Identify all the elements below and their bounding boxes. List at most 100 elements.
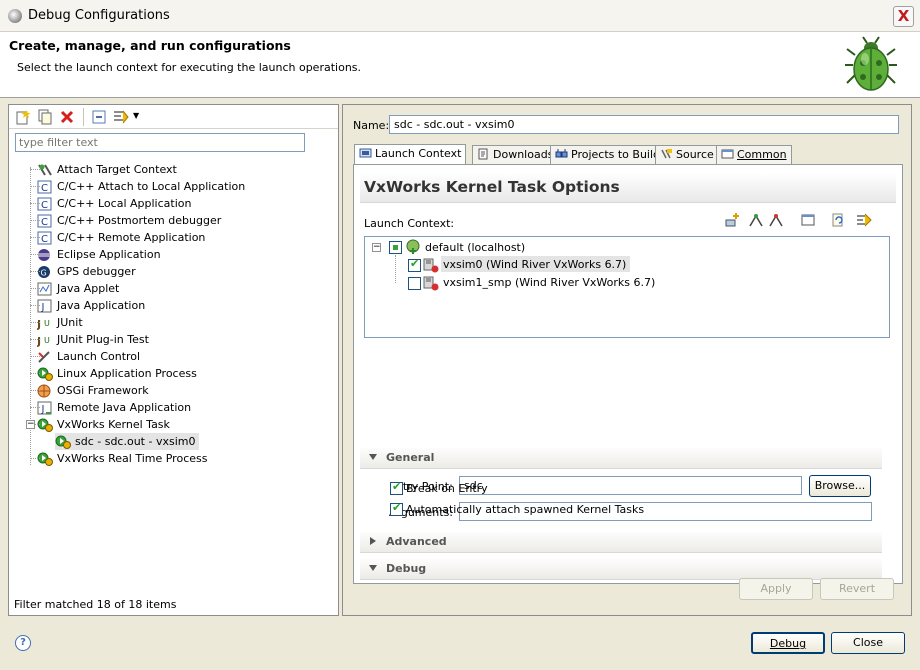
tree-line: [30, 390, 40, 391]
debug-section-header[interactable]: Debug: [360, 559, 882, 580]
filter-targets-icon[interactable]: [856, 212, 872, 228]
tab-common[interactable]: Common: [716, 145, 792, 164]
tree-config-type[interactable]: J U JUnit: [37, 314, 83, 331]
debug-button-label: Debug: [769, 637, 807, 650]
filter-input[interactable]: [15, 133, 305, 152]
tree-config-type[interactable]: Linux Application Process: [37, 365, 197, 382]
tab-projects-to-build[interactable]: Projects to Build: [550, 145, 666, 164]
tree-config-type[interactable]: VxWorks Kernel Task: [37, 416, 170, 433]
java-applet-icon: [37, 280, 57, 297]
tree-config-type[interactable]: J Java Application: [37, 297, 145, 314]
svg-text:J: J: [41, 302, 45, 313]
tree-line: [30, 339, 40, 340]
svg-text:J: J: [41, 404, 45, 415]
tree-config-type[interactable]: J U JUnit Plug-in Test: [37, 331, 149, 348]
launch-context-tree: − default (localhost) vxsim0 (Wind River…: [364, 236, 890, 338]
tree-config-item[interactable]: sdc - sdc.out - vxsim0: [55, 433, 200, 450]
vxsim1-smp-label[interactable]: vxsim1_smp (Wind River VxWorks 6.7): [443, 276, 655, 289]
tree-config-type[interactable]: C C/C++ Remote Application: [37, 229, 205, 246]
duplicate-config-icon[interactable]: [37, 109, 53, 125]
svg-text:C: C: [41, 200, 48, 211]
options-title: VxWorks Kernel Task Options: [360, 173, 896, 203]
svg-text:G: G: [41, 269, 47, 278]
tree-config-type[interactable]: G GPS debugger: [37, 263, 136, 280]
configuration-editor-pane: Name: sdc - sdc.out - vxsim0 Launch Cont…: [342, 104, 912, 616]
collapse-toggle[interactable]: −: [372, 243, 381, 252]
eclipse-icon: [37, 246, 57, 263]
tree-line: [30, 288, 40, 289]
vxsim0-checkbox[interactable]: [408, 257, 421, 272]
delete-config-icon[interactable]: [59, 109, 75, 125]
attach-target-icon: [37, 161, 57, 178]
help-icon[interactable]: ?: [15, 635, 31, 651]
close-window-button[interactable]: X: [893, 6, 914, 27]
connect-icon[interactable]: [748, 212, 764, 228]
tree-item-label: JUnit Plug-in Test: [57, 333, 149, 346]
target-icon: [423, 258, 439, 273]
general-section-header[interactable]: General: [360, 448, 882, 469]
collapse-all-icon[interactable]: [91, 109, 107, 125]
tab-downloads[interactable]: Downloads: [472, 145, 559, 164]
properties-icon[interactable]: [800, 212, 816, 228]
general-title: General: [386, 451, 435, 464]
tree-item-label: Launch Control: [57, 350, 141, 363]
add-connection-icon[interactable]: [724, 212, 740, 228]
tree-config-type[interactable]: OSGi Framework: [37, 382, 149, 399]
tab-label: Projects to Build: [571, 148, 661, 161]
tree-config-type[interactable]: C C/C++ Postmortem debugger: [37, 212, 221, 229]
filter-icon[interactable]: [113, 109, 129, 125]
tab-launch-context[interactable]: Launch Context: [354, 144, 467, 164]
tree-line: [30, 373, 40, 374]
svg-text:C: C: [41, 234, 48, 245]
config-name-input[interactable]: sdc - sdc.out - vxsim0: [389, 115, 899, 134]
remote-java-icon: J: [37, 399, 57, 416]
header-subtitle: Select the launch context for executing …: [17, 61, 362, 74]
default-host-checkbox[interactable]: [389, 241, 402, 254]
break-on-entry-label: Break on Entry: [406, 482, 488, 495]
tab-source[interactable]: Source: [655, 145, 719, 164]
auto-attach-label: Automatically attach spawned Kernel Task…: [406, 503, 645, 516]
tree-item-label: JUnit: [57, 316, 83, 329]
refresh-icon[interactable]: [830, 212, 846, 228]
bug-icon: [845, 36, 897, 91]
apply-button[interactable]: Apply: [739, 578, 813, 600]
close-button[interactable]: Close: [831, 632, 905, 654]
tree-config-type[interactable]: J Remote Java Application: [37, 399, 191, 416]
c-app-icon: C: [37, 229, 57, 246]
tree-line: [30, 237, 40, 238]
tree-item-label: Java Applet: [57, 282, 120, 295]
tree-config-type[interactable]: Attach Target Context: [37, 161, 177, 178]
vxsim0-label[interactable]: vxsim0 (Wind River VxWorks 6.7): [441, 256, 631, 272]
junit-icon: JU: [37, 314, 57, 331]
tree-config-type[interactable]: C C/C++ Attach to Local Application: [37, 178, 245, 195]
svg-text:C: C: [41, 217, 48, 228]
tree-config-type[interactable]: Eclipse Application: [37, 246, 161, 263]
c-app-icon: C: [37, 195, 57, 212]
entry-point-input[interactable]: sdc: [459, 476, 802, 495]
auto-attach-checkbox[interactable]: [390, 501, 403, 516]
new-config-icon[interactable]: [15, 109, 31, 125]
projects-icon: [555, 149, 568, 158]
disconnect-icon[interactable]: [768, 212, 784, 228]
break-on-entry-checkbox[interactable]: [390, 480, 403, 495]
debug-button[interactable]: Debug: [751, 632, 825, 654]
collapse-toggle[interactable]: −: [26, 420, 35, 429]
vxsim1-smp-checkbox[interactable]: [408, 277, 421, 290]
tree-config-type[interactable]: VxWorks Real Time Process: [37, 450, 207, 467]
tree-config-type[interactable]: Launch Control: [37, 348, 140, 365]
tree-line: [30, 254, 40, 255]
tree-item-label: OSGi Framework: [57, 384, 149, 397]
config-toolbar: ▼: [9, 105, 338, 129]
dialog-header: Create, manage, and run configurations S…: [0, 32, 920, 98]
tree-config-type[interactable]: Java Applet: [37, 280, 119, 297]
tree-item-label: C/C++ Postmortem debugger: [57, 214, 222, 227]
advanced-section-header[interactable]: Advanced: [360, 532, 882, 553]
revert-button[interactable]: Revert: [820, 578, 894, 600]
browse-button[interactable]: Browse...: [809, 475, 871, 497]
filter-dropdown-icon[interactable]: ▼: [133, 111, 139, 120]
tree-config-type[interactable]: C C/C++ Local Application: [37, 195, 191, 212]
window-title: Debug Configurations: [28, 8, 170, 23]
launch-context-toolbar: [724, 212, 894, 230]
tab-label: Launch Context: [375, 147, 462, 160]
host-icon: [406, 239, 420, 254]
